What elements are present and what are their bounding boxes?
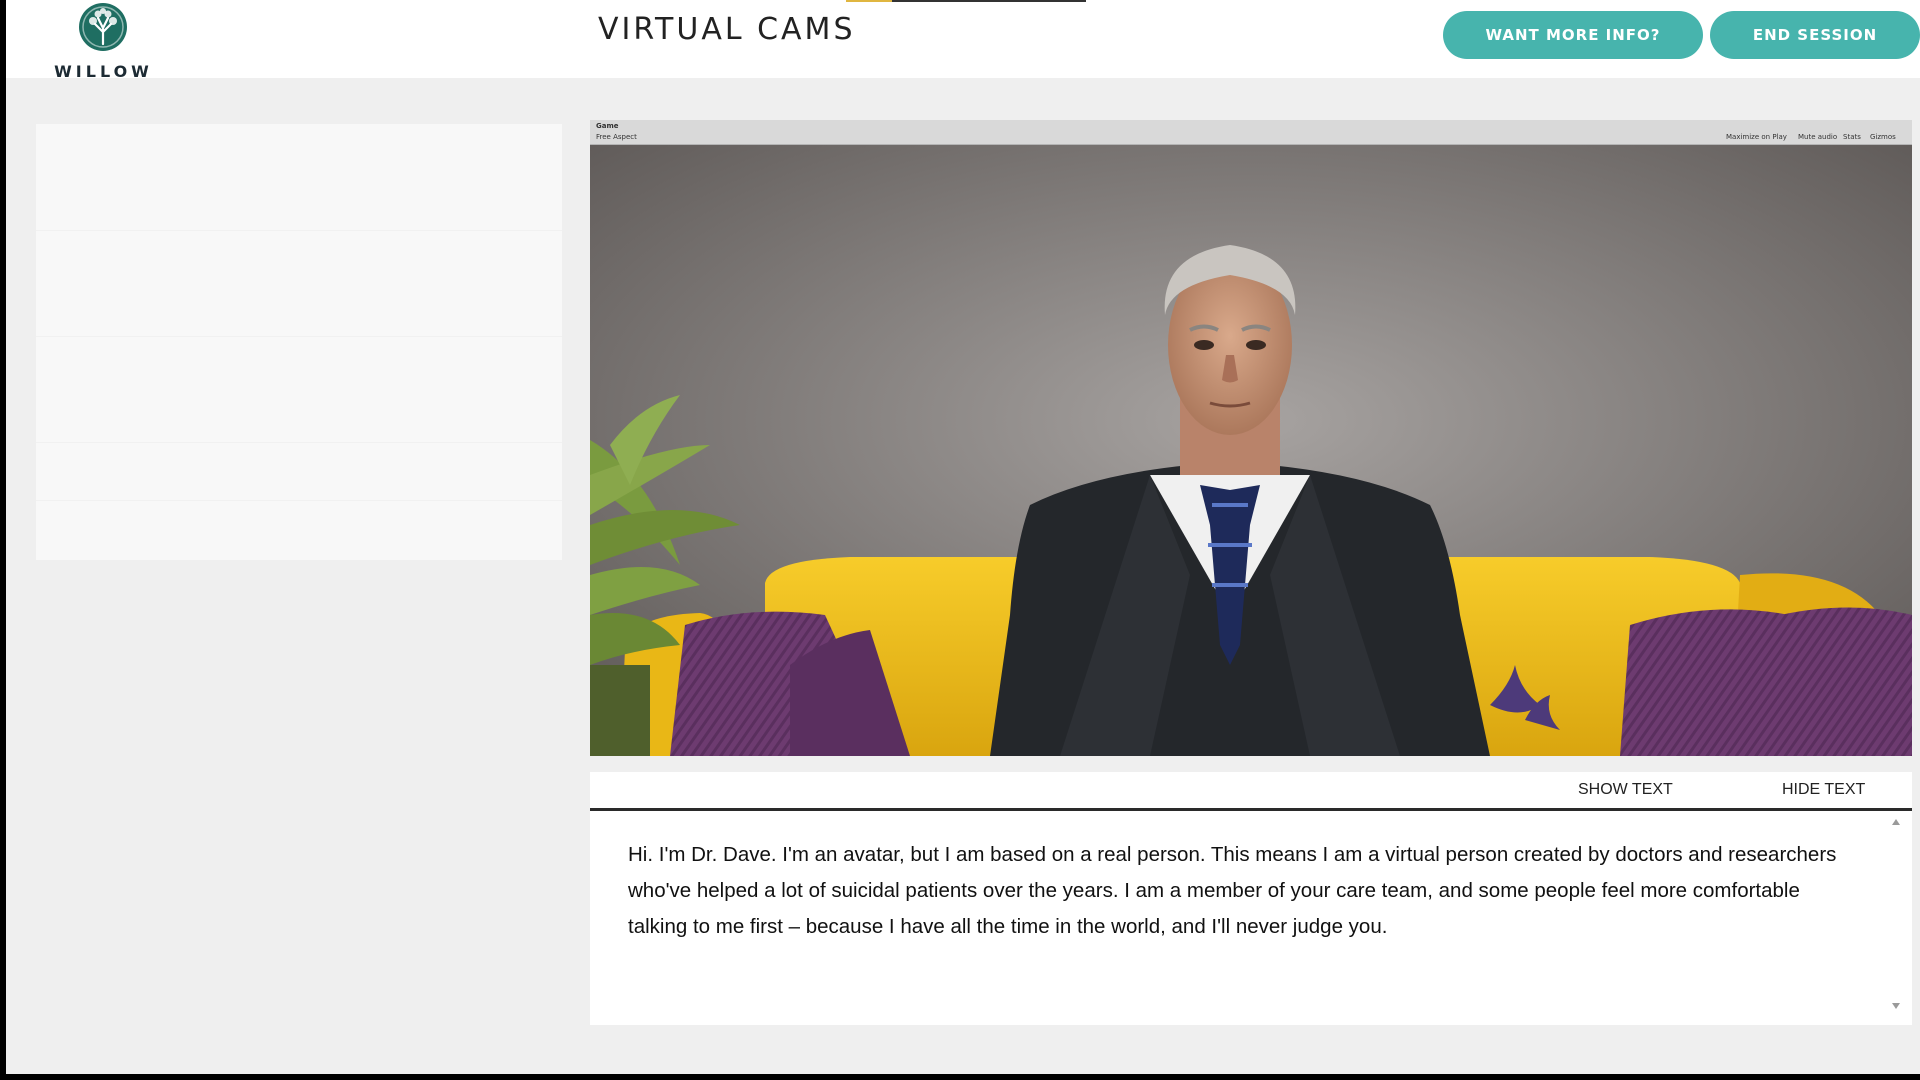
page-title: VIRTUAL CAMS bbox=[598, 12, 856, 47]
end-session-button[interactable]: END SESSION bbox=[1710, 11, 1920, 59]
want-more-info-button[interactable]: WANT MORE INFO? bbox=[1443, 11, 1703, 59]
game-view-toolbar: Game Free Aspect Maximize on Play Mute a… bbox=[590, 120, 1912, 145]
logo-text: WILLOW bbox=[54, 62, 153, 81]
side-panel bbox=[36, 124, 562, 560]
app-window: WILLOW VIRTUAL CAMS WANT MORE INFO? END … bbox=[6, 0, 1920, 1074]
header: WILLOW VIRTUAL CAMS WANT MORE INFO? END … bbox=[6, 0, 1920, 81]
gizmos-dropdown[interactable]: Gizmos bbox=[1870, 133, 1896, 141]
loading-bar-progress bbox=[846, 0, 892, 2]
willow-tree-logo-icon bbox=[79, 3, 127, 51]
show-text-button[interactable]: SHOW TEXT bbox=[1578, 772, 1673, 808]
hide-text-button[interactable]: HIDE TEXT bbox=[1782, 772, 1865, 808]
transcript-panel[interactable]: Hi. I'm Dr. Dave. I'm an avatar, but I a… bbox=[590, 811, 1912, 1025]
transcript-scrollbar[interactable] bbox=[1890, 819, 1902, 1009]
scroll-up-icon[interactable] bbox=[1892, 819, 1900, 825]
mute-audio-toggle[interactable]: Mute audio bbox=[1798, 133, 1837, 141]
willow-logo[interactable]: WILLOW bbox=[46, 2, 161, 81]
scroll-down-icon[interactable] bbox=[1892, 1003, 1900, 1009]
avatar-video-feed[interactable]: Game Free Aspect Maximize on Play Mute a… bbox=[590, 120, 1912, 756]
transcript-toolbar: SHOW TEXT HIDE TEXT bbox=[590, 772, 1912, 811]
avatar-scene bbox=[590, 145, 1912, 756]
aspect-dropdown[interactable]: Free Aspect bbox=[596, 133, 637, 141]
stats-toggle[interactable]: Stats bbox=[1843, 133, 1861, 141]
game-tab-label: Game bbox=[596, 122, 619, 130]
transcript-text: Hi. I'm Dr. Dave. I'm an avatar, but I a… bbox=[628, 843, 1837, 938]
maximize-on-play-toggle[interactable]: Maximize on Play bbox=[1726, 133, 1787, 141]
